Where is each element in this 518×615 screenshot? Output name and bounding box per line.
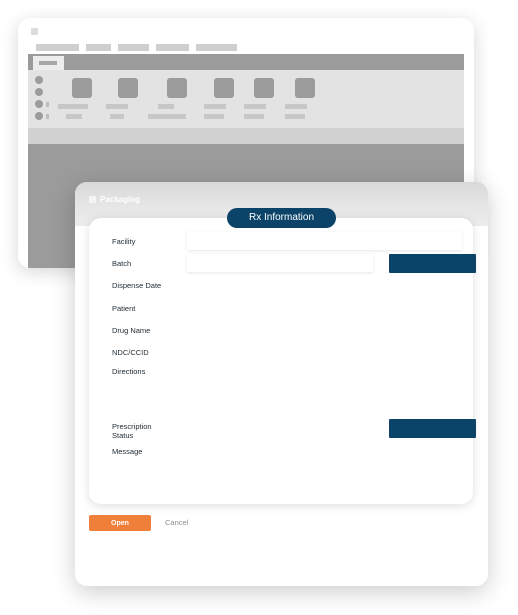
menu-item-placeholder <box>156 44 189 51</box>
facility-label: Facility <box>112 237 136 246</box>
ribbon-radio-placeholder <box>35 88 43 96</box>
rx-information-panel: Facility Batch Dispense Date Patient Dru… <box>89 218 476 504</box>
ribbon-label-placeholder <box>204 104 226 109</box>
ribbon-label-placeholder <box>148 114 186 119</box>
batch-select-button[interactable] <box>389 254 476 273</box>
ribbon-radio-placeholder <box>35 76 43 84</box>
menu-item-placeholder <box>118 44 149 51</box>
menu-item-placeholder <box>196 44 237 51</box>
prescription-status-label: Prescription Status <box>112 422 152 440</box>
ribbon-tool-placeholder <box>72 78 92 98</box>
prescription-status-button[interactable] <box>389 419 476 438</box>
ribbon-tab-active <box>33 56 64 70</box>
ndc-ccid-label: NDC/CCID <box>112 348 149 357</box>
ribbon-label-placeholder <box>158 104 174 109</box>
ribbon-radio-placeholder <box>35 100 43 108</box>
toolbar-divider <box>28 128 464 144</box>
open-button[interactable]: Open <box>89 515 151 531</box>
dispense-date-label: Dispense Date <box>112 281 162 290</box>
ribbon-radio-placeholder <box>35 112 43 120</box>
cancel-button[interactable]: Cancel <box>165 518 188 527</box>
batch-input[interactable] <box>187 254 373 272</box>
section-title-badge: Rx Information <box>227 208 336 228</box>
ribbon-label-placeholder <box>244 114 264 119</box>
ribbon-label-placeholder <box>110 114 124 119</box>
ribbon-label-placeholder <box>58 104 88 109</box>
patient-label: Patient <box>112 304 136 313</box>
ribbon-label-placeholder <box>285 104 307 109</box>
ribbon-label-placeholder <box>204 114 224 119</box>
ribbon-tool-placeholder <box>214 78 234 98</box>
directions-label: Directions <box>112 367 146 376</box>
ribbon-tool-placeholder <box>254 78 274 98</box>
ribbon-tool-placeholder <box>167 78 187 98</box>
ribbon-radio-label-placeholder <box>46 114 49 119</box>
menu-item-placeholder <box>86 44 111 51</box>
menu-item-placeholder <box>36 44 79 51</box>
batch-label: Batch <box>112 259 132 268</box>
ribbon-radio-label-placeholder <box>46 102 49 107</box>
window-icon <box>89 196 96 203</box>
ribbon-tool-placeholder <box>295 78 315 98</box>
ribbon-tool-placeholder <box>118 78 138 98</box>
dialog-title: Packaging <box>100 195 141 204</box>
ribbon-label-placeholder <box>66 114 82 119</box>
drug-name-label: Drug Name <box>112 326 151 335</box>
message-label: Message <box>112 447 143 456</box>
app-icon <box>31 28 38 35</box>
facility-input[interactable] <box>187 232 462 250</box>
ribbon-label-placeholder <box>285 114 305 119</box>
ribbon-label-placeholder <box>106 104 128 109</box>
prescription-status-label-line1: Prescription <box>112 422 152 431</box>
ribbon-toolbar <box>28 70 464 128</box>
ribbon-tab-bar <box>28 54 464 70</box>
prescription-status-label-line2: Status <box>112 431 134 440</box>
packaging-dialog: Packaging Facility Batch Dispense Date P… <box>75 182 488 586</box>
ribbon-label-placeholder <box>244 104 266 109</box>
